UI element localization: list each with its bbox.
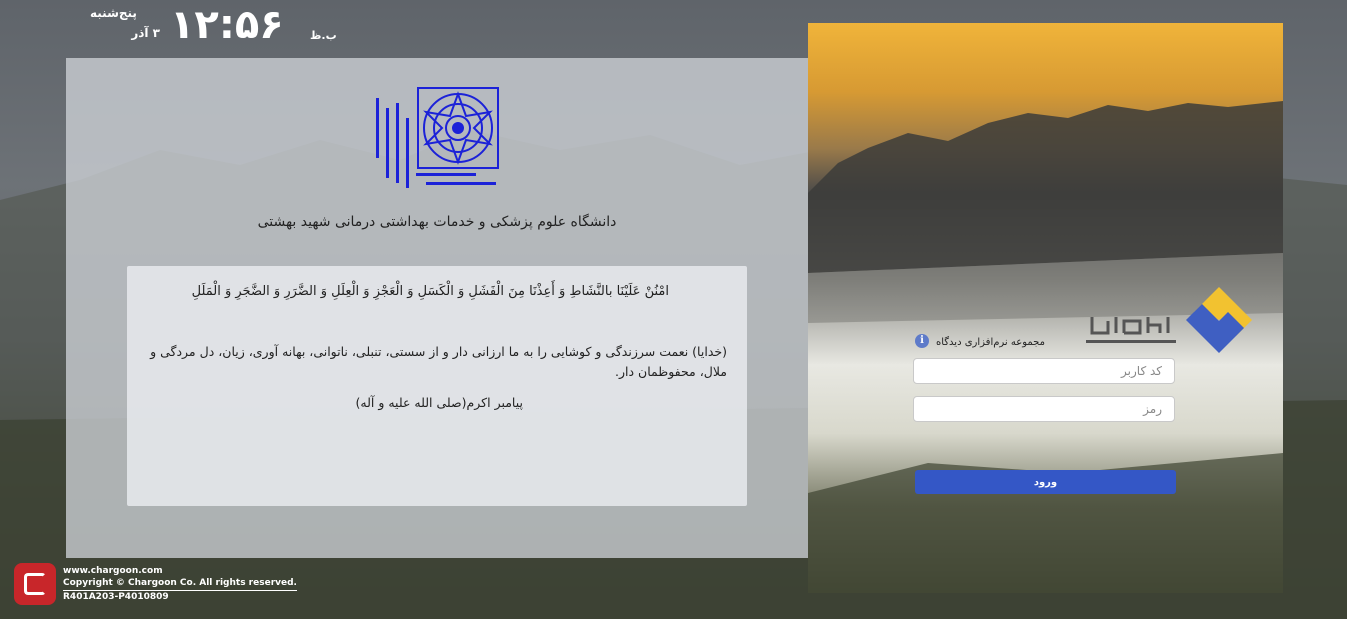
footer-version: R401A203-P4010809: [63, 592, 169, 602]
password-input[interactable]: [913, 396, 1175, 422]
clock-time: ۱۲:۵۶: [170, 2, 284, 48]
university-name: دانشگاه علوم پزشکی و خدمات بهداشتی درمان…: [257, 214, 617, 230]
quote-source: پیامبر اکرم(صلی الله علیه و آله): [355, 395, 524, 410]
username-input[interactable]: [913, 358, 1175, 384]
didgah-wordmark-icon: [1086, 317, 1176, 343]
didgah-logo-icon: [1186, 287, 1252, 353]
footer-copyright: Copyright © Chargoon Co. All rights rese…: [63, 577, 297, 591]
quote-box: امْنُنْ عَلَيْنَا بالنَّشَاطِ وَ أَعِذْن…: [127, 266, 747, 506]
login-panel: مجموعه نرم‌افزاری دیدگاه i ورود: [808, 23, 1283, 593]
info-icon[interactable]: i: [915, 334, 929, 348]
login-button[interactable]: ورود: [915, 470, 1176, 494]
clock-date: ۳ آذر: [131, 26, 160, 40]
university-logo-icon: [376, 87, 499, 188]
info-panel: دانشگاه علوم پزشکی و خدمات بهداشتی درمان…: [66, 58, 808, 558]
quote-arabic: امْنُنْ عَلَيْنَا بالنَّشَاطِ وَ أَعِذْن…: [191, 284, 669, 299]
chargoon-logo-icon: [14, 563, 56, 605]
clock-weekday: پنج‌شنبه: [90, 6, 137, 20]
clock-ampm: ب.ظ: [310, 29, 337, 42]
product-label: مجموعه نرم‌افزاری دیدگاه: [936, 337, 1045, 348]
footer-info: www.chargoon.com Copyright © Chargoon Co…: [63, 565, 297, 603]
footer-website[interactable]: www.chargoon.com: [63, 565, 297, 577]
quote-persian: (خدایا) نعمت سرزندگی و کوشایی را به ما ا…: [150, 344, 727, 379]
